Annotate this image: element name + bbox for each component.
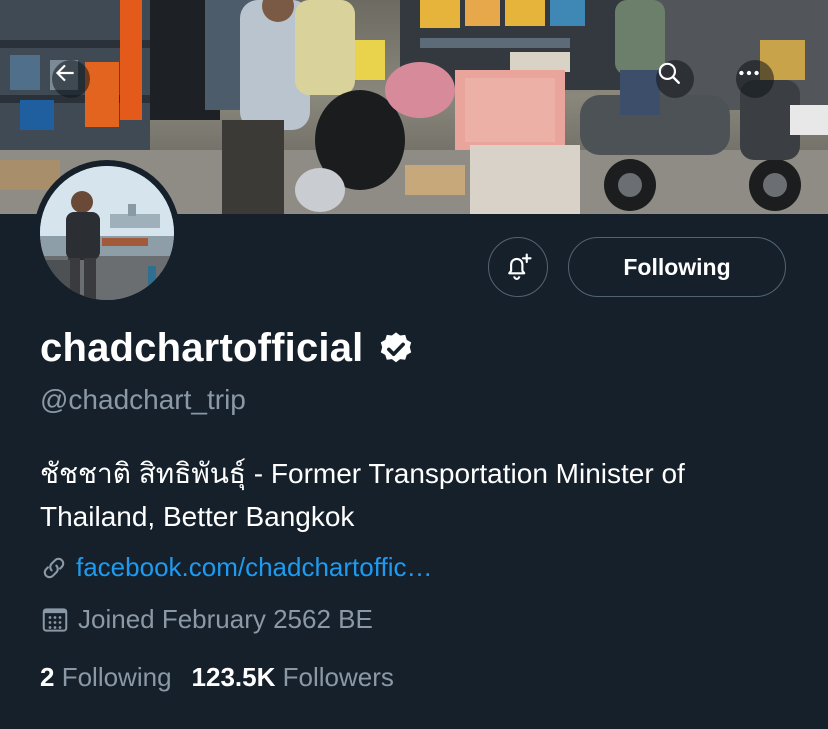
search-button[interactable]	[656, 60, 694, 98]
notifications-button[interactable]	[488, 237, 548, 297]
avatar[interactable]	[34, 160, 180, 306]
follow-stats: 2 Following 123.5K Followers	[40, 662, 394, 693]
back-button[interactable]	[52, 60, 90, 98]
following-stat[interactable]: 2 Following	[40, 662, 172, 693]
following-count: 2	[40, 662, 55, 692]
avatar-photo	[40, 166, 174, 300]
profile-link-row: facebook.com/chadchartoffic…	[40, 552, 432, 583]
profile-handle: @chadchart_trip	[40, 384, 246, 415]
bell-plus-icon	[503, 252, 533, 282]
more-button[interactable]	[736, 60, 774, 98]
followers-label: Followers	[282, 662, 394, 692]
followers-stat[interactable]: 123.5K Followers	[192, 662, 394, 693]
calendar-icon	[40, 605, 70, 635]
following-label: Following	[61, 662, 172, 692]
joined-row: Joined February 2562 BE	[40, 604, 373, 635]
profile-link[interactable]: facebook.com/chadchartoffic…	[76, 552, 432, 583]
profile-bio: ชัชชาติ สิทธิพันธุ์ - Former Transportat…	[40, 458, 685, 532]
display-name: chadchartofficial	[40, 326, 364, 370]
link-icon	[40, 554, 68, 582]
following-button[interactable]: Following	[568, 237, 786, 297]
joined-date: Joined February 2562 BE	[78, 604, 373, 634]
followers-count: 123.5K	[191, 662, 276, 692]
display-name-row: chadchartofficial	[40, 326, 415, 371]
verified-badge-icon	[377, 330, 415, 368]
